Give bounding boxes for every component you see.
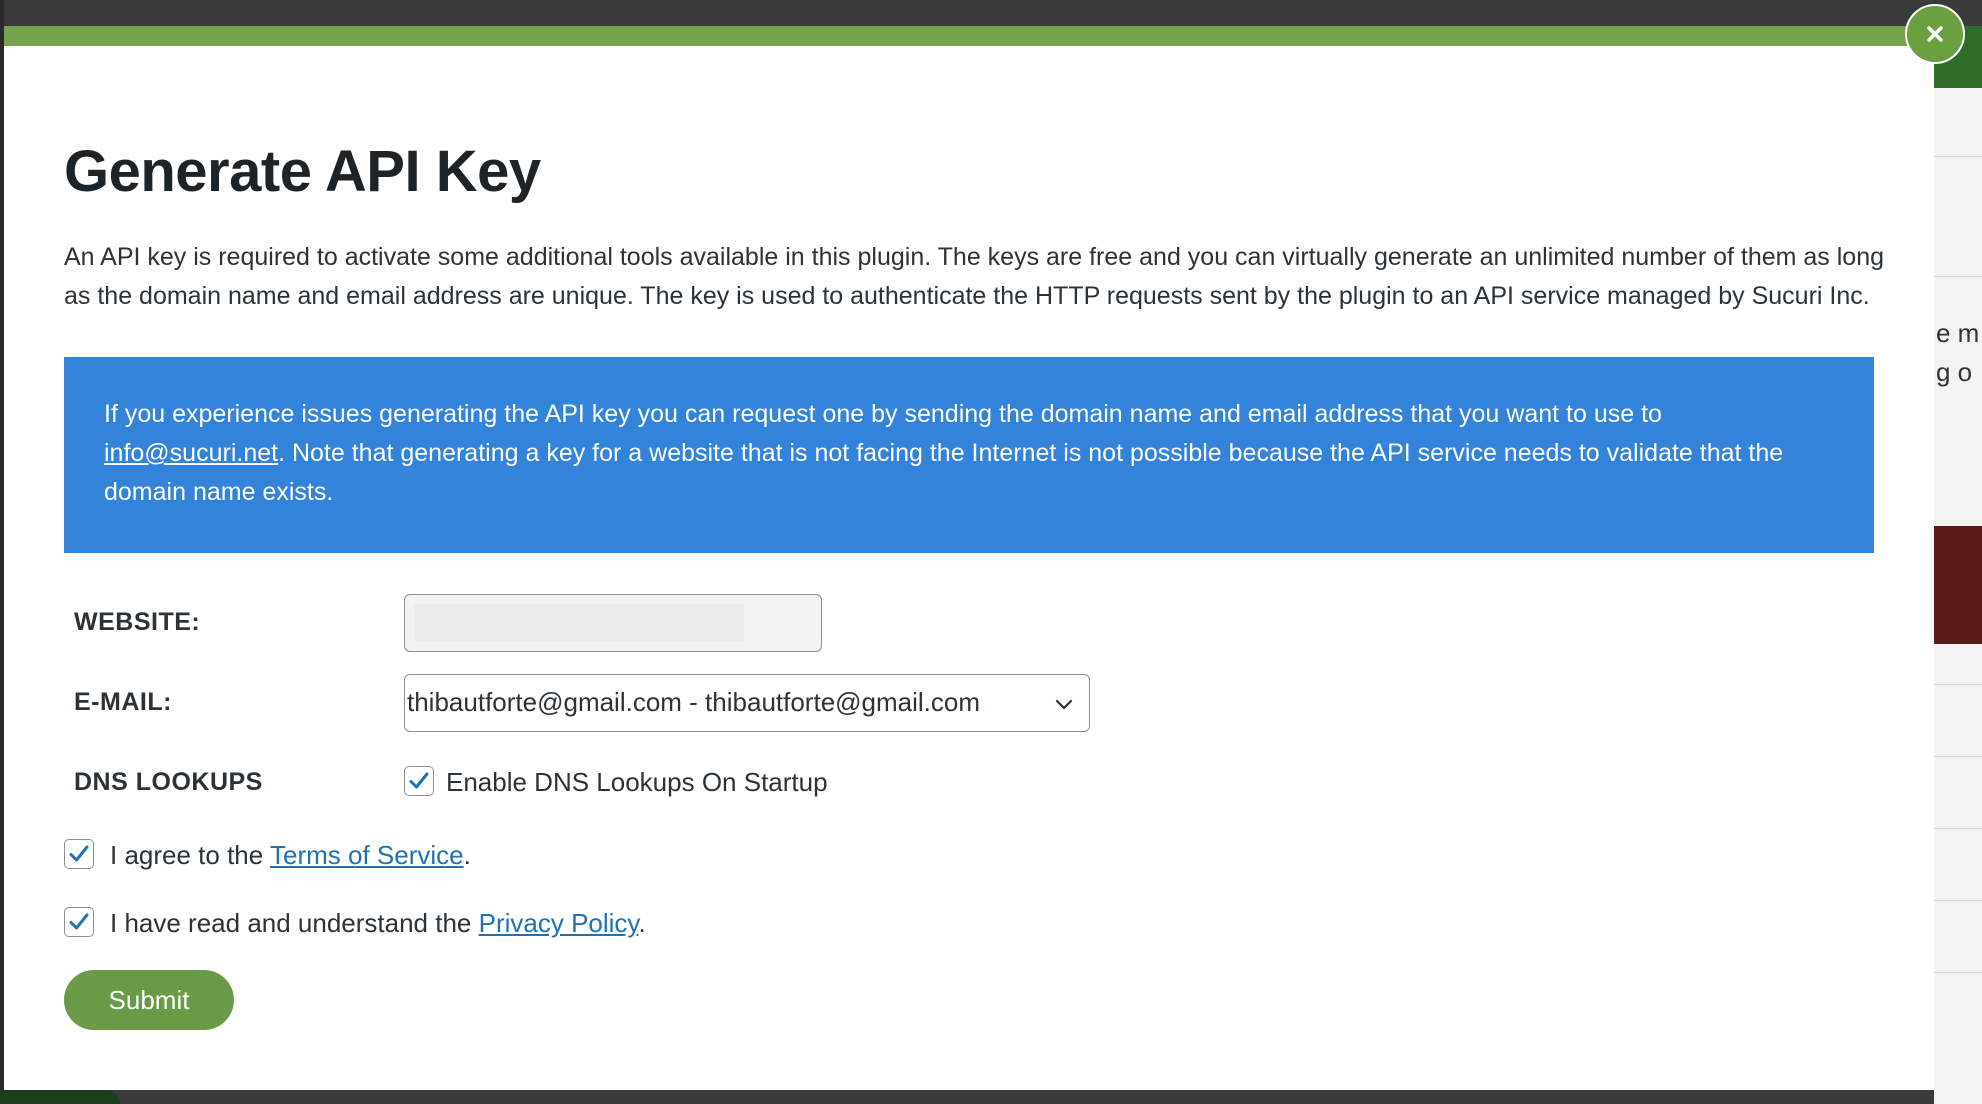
terms-checkbox-label: I agree to the Terms of Service. [110, 840, 471, 871]
background-text: g o [1936, 357, 1973, 387]
background-divider [1934, 684, 1982, 685]
notice-text: . Note that generating a key for a websi… [104, 439, 1784, 506]
notice-text: If you experience issues generating the … [104, 400, 1662, 428]
background-divider [1934, 828, 1982, 829]
terms-period: . [463, 840, 471, 870]
privacy-policy-link[interactable]: Privacy Policy [479, 908, 639, 938]
privacy-checkbox-label: I have read and understand the Privacy P… [110, 908, 646, 939]
background-divider [1934, 756, 1982, 757]
dns-lookups-checkbox[interactable] [404, 766, 434, 796]
submit-button[interactable]: Submit [64, 970, 234, 1030]
terms-text: I agree to the [110, 840, 270, 870]
website-input[interactable] [404, 594, 822, 652]
checkmark-icon [69, 913, 89, 930]
terms-checkbox[interactable] [64, 839, 94, 869]
info-notice: If you experience issues generating the … [64, 357, 1874, 553]
website-label: WEBSITE: [74, 608, 201, 636]
support-email-link[interactable]: info@sucuri.net [104, 439, 278, 467]
background-divider [1934, 276, 1982, 277]
privacy-checkbox[interactable] [64, 907, 94, 937]
dns-lookups-checkbox-label: Enable DNS Lookups On Startup [446, 767, 828, 797]
close-button[interactable] [1905, 4, 1965, 64]
close-icon [1927, 26, 1943, 42]
dns-lookups-label: DNS LOOKUPS [74, 768, 263, 796]
privacy-period: . [638, 908, 646, 938]
checkmark-icon [409, 772, 429, 789]
background-divider [1934, 156, 1982, 157]
background-footer [0, 1090, 120, 1104]
privacy-text: I have read and understand the [110, 908, 479, 938]
modal-top-bar [4, 26, 1934, 46]
background-page: e m g o [1934, 26, 1982, 1104]
background-divider [1934, 900, 1982, 901]
modal-title: Generate API Key [64, 139, 541, 204]
email-label: E-MAIL: [74, 688, 172, 716]
email-select-value: thibautforte@gmail.com - thibautforte@gm… [407, 687, 981, 717]
email-select[interactable]: thibautforte@gmail.com - thibautforte@gm… [404, 674, 1090, 732]
generate-api-key-modal: Generate API Key An API key is required … [4, 26, 1934, 1090]
background-text: e m [1936, 318, 1980, 348]
checkmark-icon [69, 845, 89, 862]
terms-of-service-link[interactable]: Terms of Service [270, 840, 464, 870]
chevron-down-icon [1055, 699, 1073, 710]
background-notice [1934, 526, 1982, 644]
background-divider [1934, 972, 1982, 973]
intro-text: An API key is required to activate some … [64, 243, 1885, 310]
